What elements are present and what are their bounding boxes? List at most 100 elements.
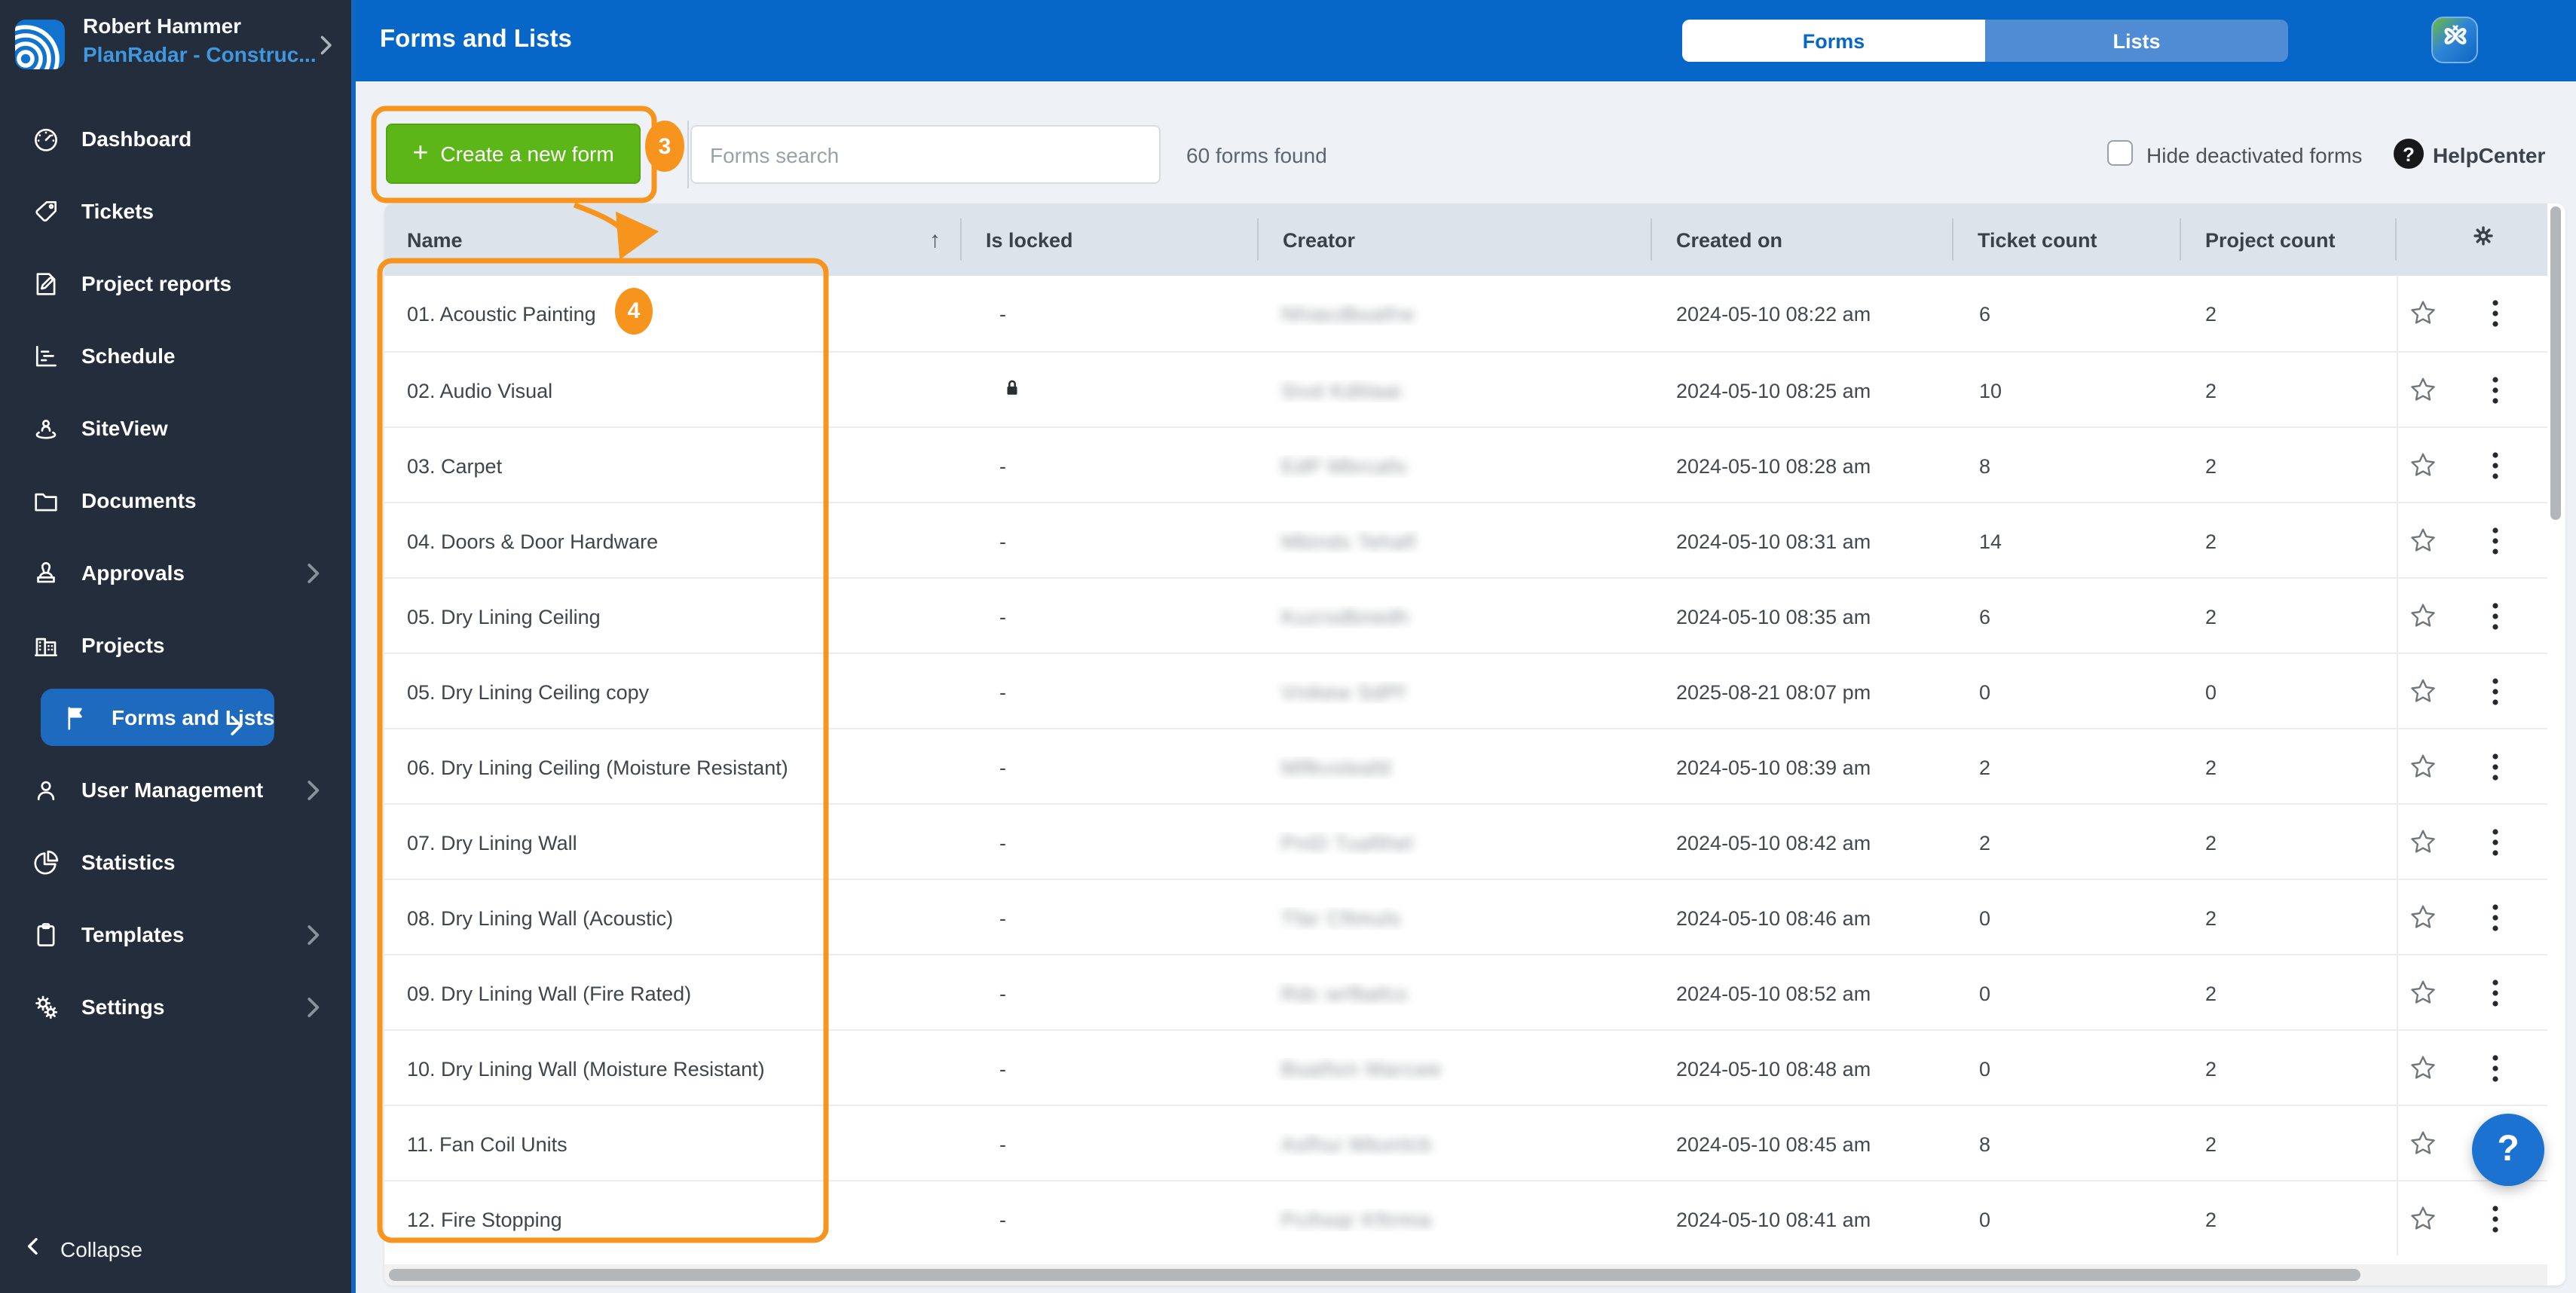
favorite-star-icon[interactable] xyxy=(2409,298,2439,329)
results-count: 60 forms found xyxy=(1186,143,1327,167)
sidebar-item-statistics[interactable]: Statistics xyxy=(0,826,351,898)
table-row[interactable]: 01. Acoustic Painting-Nhiacdbuafrw2024-0… xyxy=(384,276,2547,351)
row-menu-kebab-icon[interactable] xyxy=(2484,374,2505,407)
sidebar-item-approvals[interactable]: Approvals xyxy=(0,536,351,609)
favorite-star-icon[interactable] xyxy=(2409,526,2439,556)
table-row[interactable]: 05. Dry Lining Ceiling-Kuzrsdbnedh2024-0… xyxy=(384,577,2547,653)
horizontal-scrollbar[interactable] xyxy=(389,1269,2360,1281)
favorite-star-icon[interactable] xyxy=(2409,827,2439,857)
row-menu-kebab-icon[interactable] xyxy=(2484,977,2505,1010)
row-menu-kebab-icon[interactable] xyxy=(2484,449,2505,482)
row-menu-kebab-icon[interactable] xyxy=(2484,750,2505,784)
is-locked-cell: - xyxy=(962,982,1259,1004)
table-row[interactable]: 11. Fan Coil Units-Asfhui Wkonlcb2024-05… xyxy=(384,1105,2547,1180)
table-row[interactable]: 04. Doors & Door Hardware-Mbinds Tehafl2… xyxy=(384,502,2547,577)
project-count-cell: 2 xyxy=(2181,906,2397,929)
column-header-label: Creator xyxy=(1283,228,1355,251)
sidebar-item-label: Project reports xyxy=(81,271,231,295)
ticket-count-cell: 0 xyxy=(1953,982,2181,1004)
sidebar-item-label: Tickets xyxy=(81,199,154,223)
column-header-created-on[interactable]: Created on xyxy=(1652,203,1953,276)
ticket-count-cell: 8 xyxy=(1953,454,2181,477)
row-menu-kebab-icon[interactable] xyxy=(2484,524,2505,558)
sidebar-item-projects[interactable]: Projects xyxy=(0,609,351,681)
create-new-form-button[interactable]: + Create a new form xyxy=(386,124,641,184)
column-header-project-count[interactable]: Project count xyxy=(2181,203,2397,276)
row-actions xyxy=(2397,729,2547,805)
account-switcher[interactable]: Robert Hammer PlanRadar - Construc... xyxy=(0,0,351,93)
hide-deactivated-checkbox[interactable] xyxy=(2107,140,2133,166)
vertical-scrollbar[interactable] xyxy=(2550,206,2561,520)
is-locked-cell: - xyxy=(962,1208,1259,1230)
creator-cell: EdP Mbrcafo xyxy=(1259,454,1652,477)
favorite-star-icon[interactable] xyxy=(2409,677,2439,707)
creator-cell: Asfhui Wkonlcb xyxy=(1259,1133,1652,1155)
help-fab[interactable]: ? xyxy=(2472,1114,2544,1186)
tab-forms[interactable]: Forms xyxy=(1682,20,1985,62)
sidebar: Robert Hammer PlanRadar - Construc... Da… xyxy=(0,0,356,1293)
sidebar-item-siteview[interactable]: SiteView xyxy=(0,392,351,464)
row-menu-kebab-icon[interactable] xyxy=(2484,297,2505,330)
column-header-ticket-count[interactable]: Ticket count xyxy=(1953,203,2181,276)
table-row[interactable]: 09. Dry Lining Wall (Fire Rated)-Rdc wrf… xyxy=(384,954,2547,1029)
favorite-star-icon[interactable] xyxy=(2409,978,2439,1008)
creator-name-redacted: Mlfkvsleafd xyxy=(1281,756,1391,778)
favorite-star-icon[interactable] xyxy=(2409,752,2439,782)
column-header-name[interactable]: Name↑ xyxy=(384,203,962,276)
sort-ascending-icon[interactable]: ↑ xyxy=(929,227,941,252)
table-row[interactable]: 10. Dry Lining Wall (Moisture Resistant)… xyxy=(384,1029,2547,1105)
form-name: 03. Carpet xyxy=(384,454,962,477)
sidebar-item-settings[interactable]: Settings xyxy=(0,971,351,1043)
favorite-star-icon[interactable] xyxy=(2409,375,2439,405)
row-menu-kebab-icon[interactable] xyxy=(2484,1052,2505,1085)
sidebar-item-documents[interactable]: Documents xyxy=(0,464,351,536)
table-settings-button[interactable] xyxy=(2397,203,2547,276)
form-name: 06. Dry Lining Ceiling (Moisture Resista… xyxy=(384,756,962,778)
favorite-star-icon[interactable] xyxy=(2409,903,2439,933)
table-row[interactable]: 07. Dry Lining Wall-PniD Tuafthel2024-05… xyxy=(384,803,2547,879)
integrations-button[interactable] xyxy=(2431,17,2478,63)
favorite-star-icon[interactable] xyxy=(2409,1129,2439,1159)
sidebar-item-user-management[interactable]: User Management xyxy=(0,753,351,826)
column-header-is-locked[interactable]: Is locked xyxy=(962,203,1259,276)
table-row[interactable]: 12. Fire Stopping-Pcihoqr Kftrmia2024-05… xyxy=(384,1180,2547,1255)
favorite-star-icon[interactable] xyxy=(2409,601,2439,631)
favorite-star-icon[interactable] xyxy=(2409,451,2439,481)
help-question-icon[interactable]: ? xyxy=(2394,139,2424,169)
sidebar-item-project-reports[interactable]: Project reports xyxy=(0,247,351,319)
row-actions xyxy=(2397,880,2547,955)
favorite-star-icon[interactable] xyxy=(2409,1204,2439,1234)
sidebar-item-schedule[interactable]: Schedule xyxy=(0,319,351,392)
row-actions xyxy=(2397,428,2547,503)
sidebar-item-dashboard[interactable]: Dashboard xyxy=(0,102,351,175)
forms-search-input[interactable] xyxy=(690,125,1161,184)
creator-cell: Mlfkvsleafd xyxy=(1259,756,1652,778)
sidebar-item-tickets[interactable]: Tickets xyxy=(0,175,351,247)
sidebar-item-label: Documents xyxy=(81,488,196,512)
row-menu-kebab-icon[interactable] xyxy=(2484,1203,2505,1236)
table-row[interactable]: 06. Dry Lining Ceiling (Moisture Resista… xyxy=(384,728,2547,803)
row-menu-kebab-icon[interactable] xyxy=(2484,901,2505,934)
gears-icon xyxy=(30,992,60,1022)
row-menu-kebab-icon[interactable] xyxy=(2484,675,2505,708)
planradar-logo xyxy=(15,20,65,69)
helpcenter-link[interactable]: HelpCenter xyxy=(2433,143,2545,167)
sidebar-item-label: Approvals xyxy=(81,561,185,585)
table-row[interactable]: 03. Carpet-EdP Mbrcafo2024-05-10 08:28 a… xyxy=(384,426,2547,502)
created-on-cell: 2024-05-10 08:46 am xyxy=(1652,906,1953,929)
sidebar-item-templates[interactable]: Templates xyxy=(0,898,351,971)
row-menu-kebab-icon[interactable] xyxy=(2484,600,2505,633)
sidebar-item-forms-and-lists[interactable]: Forms and Lists xyxy=(41,689,274,746)
creator-cell: Vnikew SdPf xyxy=(1259,680,1652,703)
column-header-creator[interactable]: Creator xyxy=(1259,203,1652,276)
sidebar-collapse-button[interactable]: Collapse xyxy=(0,1224,372,1275)
created-on-cell: 2024-05-10 08:41 am xyxy=(1652,1208,1953,1230)
table-row[interactable]: 05. Dry Lining Ceiling copy-Vnikew SdPf2… xyxy=(384,653,2547,728)
table-row[interactable]: 02. Audio VisualSivd Kdlilaai2024-05-10 … xyxy=(384,351,2547,426)
favorite-star-icon[interactable] xyxy=(2409,1053,2439,1084)
created-on-cell: 2024-05-10 08:35 am xyxy=(1652,605,1953,628)
column-header-label: Ticket count xyxy=(1978,228,2097,251)
tab-lists[interactable]: Lists xyxy=(1985,20,2288,62)
row-menu-kebab-icon[interactable] xyxy=(2484,826,2505,859)
table-row[interactable]: 08. Dry Lining Wall (Acoustic)-Tfar Cftm… xyxy=(384,879,2547,954)
